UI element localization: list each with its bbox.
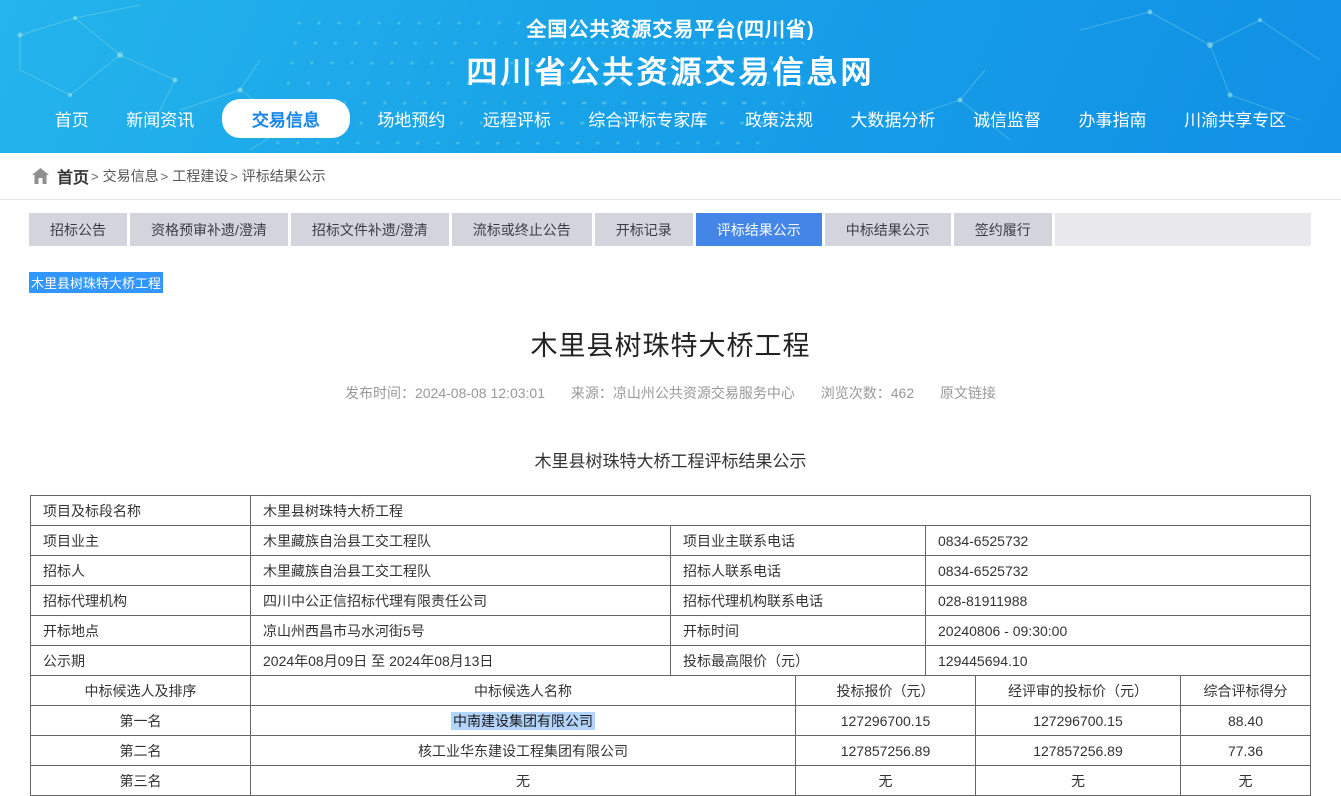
table-row: 公示期 2024年08月09日 至 2024年08月13日 投标最高限价（元） … (31, 646, 1311, 676)
bid-price: 127296700.15 (796, 706, 976, 736)
breadcrumb-home[interactable]: 首页 (57, 164, 89, 188)
column-header: 综合评标得分 (1181, 676, 1311, 706)
platform-title: 全国公共资源交易平台(四川省) (0, 13, 1341, 42)
info-value: 0834-6525732 (926, 526, 1311, 556)
table-row: 开标地点 凉山州西昌市马水河街5号 开标时间 20240806 - 09:30:… (31, 616, 1311, 646)
nav-item-big-data[interactable]: 大数据分析 (840, 100, 945, 137)
table-row: 招标人 木里藏族自治县工交工程队 招标人联系电话 0834-6525732 (31, 556, 1311, 586)
column-header: 经评审的投标价（元） (976, 676, 1181, 706)
bid-price: 无 (796, 766, 976, 796)
info-value: 木里藏族自治县工交工程队 (251, 526, 671, 556)
table-row: 项目业主 木里藏族自治县工交工程队 项目业主联系电话 0834-6525732 (31, 526, 1311, 556)
info-label: 开标地点 (31, 616, 251, 646)
info-label: 招标人联系电话 (671, 556, 926, 586)
info-label: 招标代理机构联系电话 (671, 586, 926, 616)
nav-item-home[interactable]: 首页 (45, 100, 99, 137)
info-label: 项目业主联系电话 (671, 526, 926, 556)
score: 77.36 (1181, 736, 1311, 766)
tab-failed-or-terminated[interactable]: 流标或终止公告 (452, 213, 592, 246)
info-label: 开标时间 (671, 616, 926, 646)
publish-time: 发布时间：2024-08-08 12:03:01 (345, 385, 545, 401)
nav-item-policies[interactable]: 政策法规 (735, 100, 823, 137)
info-label: 项目及标段名称 (31, 496, 251, 526)
tab-contract-performance[interactable]: 签约履行 (954, 213, 1052, 246)
breadcrumb-separator: > (161, 169, 169, 184)
info-value: 木里县树珠特大桥工程 (251, 496, 1311, 526)
score: 无 (1181, 766, 1311, 796)
info-label: 招标人 (31, 556, 251, 586)
candidate-rank: 第三名 (31, 766, 251, 796)
nav-item-guide[interactable]: 办事指南 (1069, 100, 1157, 137)
column-header: 投标报价（元） (796, 676, 976, 706)
project-link-selected[interactable]: 木里县树珠特大桥工程 (29, 272, 163, 293)
info-value: 凉山州西昌市马水河街5号 (251, 616, 671, 646)
table-row: 项目及标段名称 木里县树珠特大桥工程 (31, 496, 1311, 526)
article-meta: 发布时间：2024-08-08 12:03:01 来源：凉山州公共资源交易服务中… (0, 383, 1341, 403)
document-subtitle: 木里县树珠特大桥工程评标结果公示 (0, 447, 1341, 472)
project-link-row: 木里县树珠特大桥工程 (29, 272, 1341, 293)
nav-item-integrity[interactable]: 诚信监督 (963, 100, 1051, 137)
evaluated-price: 无 (976, 766, 1181, 796)
candidate-rank: 第二名 (31, 736, 251, 766)
nav-item-remote-evaluation[interactable]: 远程评标 (473, 100, 561, 137)
table-row: 第二名 核工业华东建设工程集团有限公司 127857256.89 1278572… (31, 736, 1311, 766)
site-banner: 全国公共资源交易平台(四川省) 四川省公共资源交易信息网 (0, 0, 1341, 92)
candidate-rank: 第一名 (31, 706, 251, 736)
breadcrumb: 首页 > 交易信息 > 工程建设 > 评标结果公示 (0, 153, 1341, 200)
candidate-name: 无 (251, 766, 796, 796)
tab-tender-announcement[interactable]: 招标公告 (29, 213, 127, 246)
selected-text: 中南建设集团有限公司 (451, 712, 595, 730)
tab-bid-opening-record[interactable]: 开标记录 (595, 213, 693, 246)
page-title: 木里县树珠特大桥工程 (0, 324, 1341, 363)
tab-evaluation-result[interactable]: 评标结果公示 (696, 213, 822, 246)
tab-award-result[interactable]: 中标结果公示 (825, 213, 951, 246)
table-header-row: 中标候选人及排序 中标候选人名称 投标报价（元） 经评审的投标价（元） 综合评标… (31, 676, 1311, 706)
tab-prequalification-supplement[interactable]: 资格预审补遗/澄清 (130, 213, 288, 246)
site-title: 四川省公共资源交易信息网 (0, 47, 1341, 92)
nav-item-venue-booking[interactable]: 场地预约 (367, 100, 455, 137)
info-value: 四川中公正信招标代理有限责任公司 (251, 586, 671, 616)
breadcrumb-evaluation-result[interactable]: 评标结果公示 (242, 166, 326, 186)
nav-item-expert-library[interactable]: 综合评标专家库 (578, 100, 717, 137)
info-value: 木里藏族自治县工交工程队 (251, 556, 671, 586)
tab-tender-doc-supplement[interactable]: 招标文件补遗/澄清 (291, 213, 449, 246)
breadcrumb-separator: > (91, 169, 99, 184)
project-info-table: 项目及标段名称 木里县树珠特大桥工程 项目业主 木里藏族自治县工交工程队 项目业… (30, 495, 1311, 676)
breadcrumb-separator: > (230, 169, 238, 184)
table-row: 招标代理机构 四川中公正信招标代理有限责任公司 招标代理机构联系电话 028-8… (31, 586, 1311, 616)
tabs-filler (1055, 213, 1311, 246)
main-navigation: 首页 新闻资讯 交易信息 场地预约 远程评标 综合评标专家库 政策法规 大数据分… (0, 92, 1341, 144)
info-value: 0834-6525732 (926, 556, 1311, 586)
table-row: 第三名 无 无 无 无 (31, 766, 1311, 796)
bid-price: 127857256.89 (796, 736, 976, 766)
column-header: 中标候选人名称 (251, 676, 796, 706)
column-header: 中标候选人及排序 (31, 676, 251, 706)
source: 来源：凉山州公共资源交易服务中心 (571, 385, 795, 401)
candidates-table: 中标候选人及排序 中标候选人名称 投标报价（元） 经评审的投标价（元） 综合评标… (30, 675, 1311, 796)
breadcrumb-engineering[interactable]: 工程建设 (172, 166, 228, 186)
home-icon (32, 168, 49, 184)
score: 88.40 (1181, 706, 1311, 736)
site-header: 全国公共资源交易平台(四川省) 四川省公共资源交易信息网 首页 新闻资讯 交易信… (0, 0, 1341, 153)
info-label: 招标代理机构 (31, 586, 251, 616)
info-label: 项目业主 (31, 526, 251, 556)
info-label: 公示期 (31, 646, 251, 676)
nav-item-chuanyu-zone[interactable]: 川渝共享专区 (1174, 100, 1296, 137)
view-count: 浏览次数：462 (821, 385, 914, 401)
info-label: 投标最高限价（元） (671, 646, 926, 676)
original-link[interactable]: 原文链接 (940, 385, 996, 401)
category-tabs: 招标公告 资格预审补遗/澄清 招标文件补遗/澄清 流标或终止公告 开标记录 评标… (29, 213, 1311, 246)
evaluated-price: 127857256.89 (976, 736, 1181, 766)
info-value: 129445694.10 (926, 646, 1311, 676)
info-value: 20240806 - 09:30:00 (926, 616, 1311, 646)
evaluated-price: 127296700.15 (976, 706, 1181, 736)
table-row: 第一名 中南建设集团有限公司 127296700.15 127296700.15… (31, 706, 1311, 736)
info-value: 028-81911988 (926, 586, 1311, 616)
info-value: 2024年08月09日 至 2024年08月13日 (251, 646, 671, 676)
nav-item-trade-info[interactable]: 交易信息 (222, 99, 350, 138)
candidate-name: 核工业华东建设工程集团有限公司 (251, 736, 796, 766)
candidate-name: 中南建设集团有限公司 (251, 706, 796, 736)
nav-item-news[interactable]: 新闻资讯 (116, 100, 204, 137)
breadcrumb-trade-info[interactable]: 交易信息 (103, 166, 159, 186)
